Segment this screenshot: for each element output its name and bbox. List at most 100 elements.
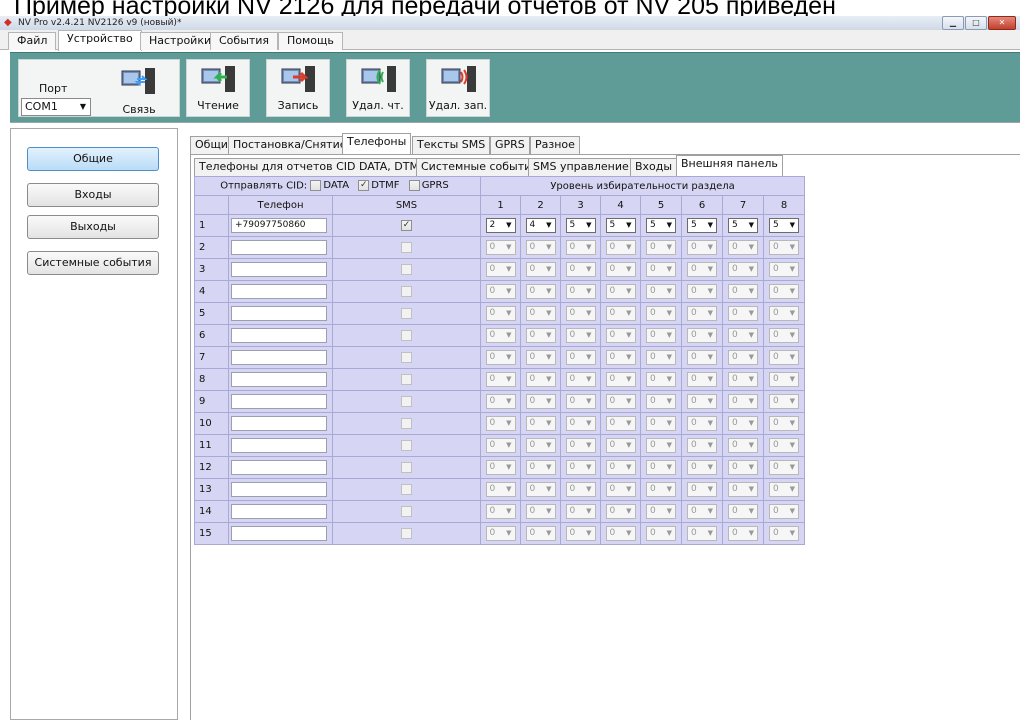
partition-level-select[interactable]: 0 ▼ (769, 438, 800, 453)
partition-level-select[interactable]: 0 ▼ (769, 328, 800, 343)
phone-input[interactable] (231, 482, 327, 497)
sms-checkbox[interactable] (401, 241, 412, 253)
partition-level-select[interactable]: 0 ▼ (769, 460, 800, 475)
partition-level-select[interactable]: 0 ▼ (525, 306, 556, 321)
partition-level-select[interactable]: 0 ▼ (605, 350, 636, 365)
partition-level-select[interactable]: 0 ▼ (728, 306, 758, 321)
sms-checkbox[interactable] (401, 395, 412, 407)
partition-level-select[interactable]: 0 ▼ (485, 526, 516, 541)
subtab-external-panel[interactable]: Внешняя панель (676, 155, 783, 176)
partition-level-select[interactable]: 0 ▼ (728, 262, 758, 277)
partition-level-select[interactable]: 0 ▼ (485, 394, 516, 409)
sms-checkbox[interactable] (401, 329, 412, 341)
partition-level-select[interactable]: 0 ▼ (525, 460, 556, 475)
partition-level-select[interactable]: 0 ▼ (605, 306, 636, 321)
connect-button[interactable]: Связь (107, 62, 171, 120)
partition-level-select[interactable]: 0 ▼ (485, 372, 516, 387)
partition-level-select[interactable]: 0 ▼ (687, 394, 717, 409)
partition-level-select[interactable]: 0 ▼ (687, 460, 717, 475)
partition-level-select[interactable]: 0 ▼ (605, 438, 636, 453)
partition-level-select[interactable]: 0 ▼ (565, 306, 596, 321)
subtab-inputs[interactable]: Входы (630, 158, 678, 176)
partition-level-select[interactable]: 0 ▼ (646, 372, 676, 387)
partition-level-select[interactable]: 0 ▼ (769, 350, 800, 365)
partition-level-select[interactable]: 0 ▼ (565, 350, 596, 365)
write-button[interactable]: Запись (266, 59, 330, 117)
partition-level-select[interactable]: 0 ▼ (728, 526, 758, 541)
sms-checkbox[interactable] (401, 307, 412, 319)
partition-level-select[interactable]: 0 ▼ (728, 350, 758, 365)
nav-outputs[interactable]: Выходы (27, 215, 159, 239)
close-button[interactable]: ✕ (988, 16, 1016, 30)
phone-input[interactable] (231, 350, 327, 365)
partition-level-select[interactable]: 0 ▼ (687, 306, 717, 321)
phone-input[interactable] (231, 438, 327, 453)
sms-checkbox[interactable] (401, 285, 412, 297)
partition-level-select[interactable]: 0 ▼ (728, 504, 758, 519)
partition-level-select[interactable]: 0 ▼ (646, 284, 676, 299)
partition-level-select[interactable]: 0 ▼ (687, 416, 717, 431)
partition-level-select[interactable]: 0 ▼ (646, 416, 676, 431)
partition-level-select[interactable]: 0 ▼ (687, 438, 717, 453)
partition-level-select[interactable]: 0 ▼ (605, 394, 636, 409)
partition-level-select[interactable]: 0 ▼ (565, 526, 596, 541)
partition-level-select[interactable]: 0 ▼ (687, 372, 717, 387)
partition-level-select[interactable]: 0 ▼ (525, 438, 556, 453)
sms-checkbox[interactable] (401, 351, 412, 363)
partition-level-select[interactable]: 0 ▼ (565, 240, 596, 255)
read-button[interactable]: Чтение (186, 59, 250, 117)
partition-level-select[interactable]: 0 ▼ (485, 328, 516, 343)
partition-level-select[interactable]: 0 ▼ (565, 504, 596, 519)
partition-level-select[interactable]: 0 ▼ (565, 372, 596, 387)
nav-system-events[interactable]: Системные события (27, 251, 159, 275)
partition-level-select[interactable]: 0 ▼ (565, 262, 596, 277)
partition-level-select[interactable]: 0 ▼ (525, 350, 556, 365)
phone-input[interactable]: +79097750860 (231, 218, 327, 233)
partition-level-select[interactable]: 0 ▼ (728, 460, 758, 475)
partition-level-select[interactable]: 0 ▼ (565, 460, 596, 475)
partition-level-select[interactable]: 0 ▼ (485, 240, 516, 255)
partition-level-select[interactable]: 0 ▼ (728, 394, 758, 409)
partition-level-select[interactable]: 0 ▼ (565, 394, 596, 409)
partition-level-select[interactable]: 0 ▼ (687, 240, 717, 255)
partition-level-select[interactable]: 0 ▼ (485, 306, 516, 321)
tab-phones[interactable]: Телефоны (342, 133, 412, 154)
partition-level-select[interactable]: 0 ▼ (485, 504, 516, 519)
menu-help[interactable]: Помощь (278, 32, 343, 50)
partition-level-select[interactable]: 0 ▼ (565, 328, 596, 343)
partition-level-select[interactable]: 5 ▼ (605, 218, 636, 233)
partition-level-select[interactable]: 5 ▼ (565, 218, 596, 233)
phone-input[interactable] (231, 460, 327, 475)
partition-level-select[interactable]: 0 ▼ (525, 394, 556, 409)
tab-arm-disarm[interactable]: Постановка/Снятие (228, 136, 352, 154)
partition-level-select[interactable]: 0 ▼ (728, 482, 758, 497)
subtab-cid-phones[interactable]: Телефоны для отчетов CID DATA, DTMF (194, 158, 431, 176)
partition-level-select[interactable]: 0 ▼ (728, 438, 758, 453)
partition-level-select[interactable]: 0 ▼ (525, 262, 556, 277)
partition-level-select[interactable]: 0 ▼ (605, 416, 636, 431)
partition-level-select[interactable]: 0 ▼ (646, 438, 676, 453)
partition-level-select[interactable]: 0 ▼ (769, 504, 800, 519)
partition-level-select[interactable]: 0 ▼ (769, 372, 800, 387)
partition-level-select[interactable]: 0 ▼ (605, 504, 636, 519)
partition-level-select[interactable]: 0 ▼ (605, 284, 636, 299)
phone-input[interactable] (231, 240, 327, 255)
tab-gprs[interactable]: GPRS (490, 136, 530, 154)
partition-level-select[interactable]: 0 ▼ (646, 328, 676, 343)
partition-level-select[interactable]: 0 ▼ (687, 350, 717, 365)
subtab-system-events[interactable]: Системные события (416, 158, 543, 176)
partition-level-select[interactable]: 0 ▼ (525, 372, 556, 387)
partition-level-select[interactable]: 2 ▼ (485, 218, 516, 233)
menu-events[interactable]: События (210, 32, 279, 50)
partition-level-select[interactable]: 0 ▼ (605, 372, 636, 387)
phone-input[interactable] (231, 262, 327, 277)
sms-checkbox[interactable] (401, 505, 412, 517)
remote-write-button[interactable]: Удал. зап. (426, 59, 490, 117)
sms-checkbox[interactable] (401, 527, 412, 539)
partition-level-select[interactable]: 0 ▼ (525, 416, 556, 431)
partition-level-select[interactable]: 0 ▼ (646, 460, 676, 475)
partition-level-select[interactable]: 0 ▼ (769, 262, 800, 277)
partition-level-select[interactable]: 0 ▼ (769, 284, 800, 299)
partition-level-select[interactable]: 0 ▼ (646, 482, 676, 497)
partition-level-select[interactable]: 0 ▼ (485, 460, 516, 475)
